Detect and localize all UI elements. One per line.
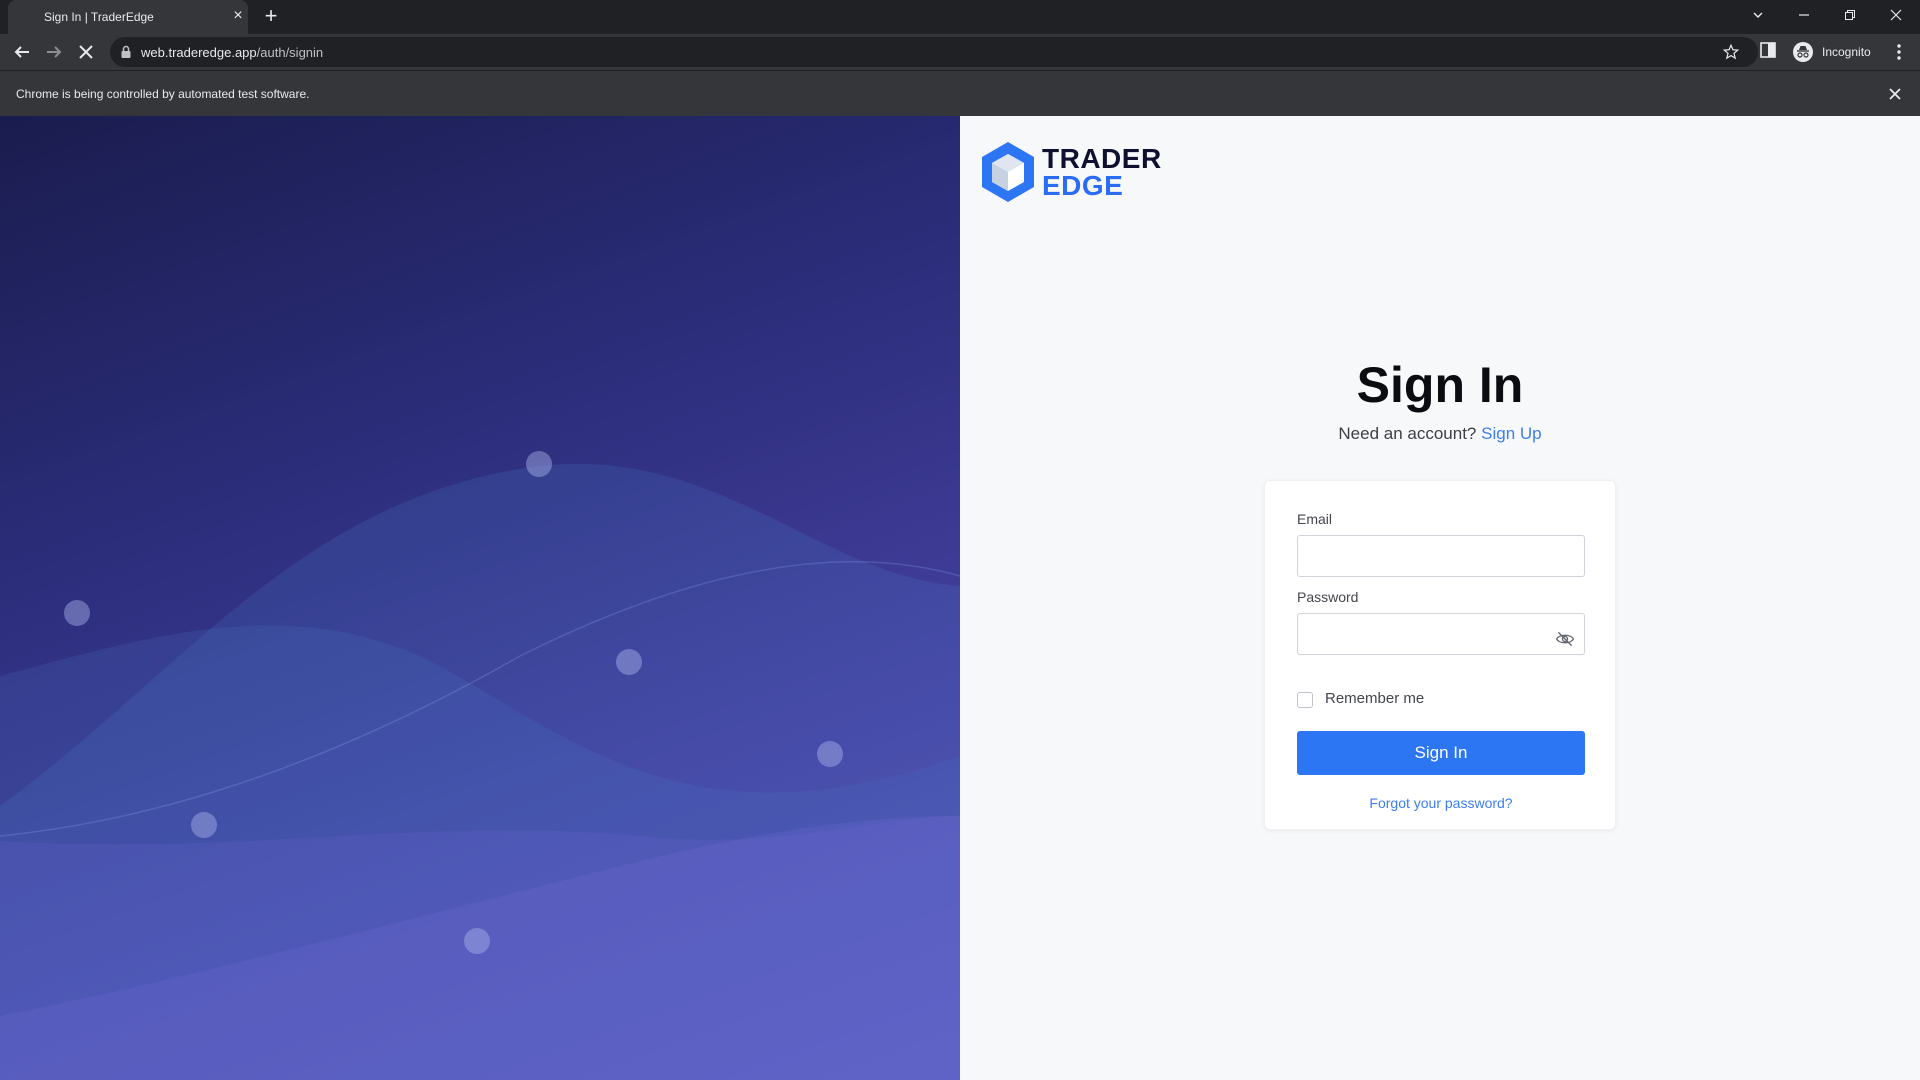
brand-logo[interactable]: TRADER EDGE — [980, 140, 1161, 204]
incognito-icon — [1793, 42, 1813, 62]
infobar-close-icon[interactable] — [1886, 85, 1904, 103]
automation-infobar: Chrome is being controlled by automated … — [0, 70, 1920, 116]
infobar-text: Chrome is being controlled by automated … — [16, 87, 310, 101]
stop-loading-icon[interactable] — [74, 40, 98, 64]
star-icon[interactable] — [1722, 43, 1740, 61]
password-label: Password — [1297, 589, 1359, 605]
hero-illustration — [0, 116, 960, 1080]
hero-dot — [464, 928, 490, 954]
browser-toolbar: web.traderedge.app/auth/signin Incognito — [0, 34, 1920, 70]
kebab-menu-icon[interactable] — [1890, 42, 1908, 62]
signup-prompt: Need an account? Sign Up — [960, 424, 1920, 444]
lock-icon — [121, 45, 131, 58]
window-close-icon[interactable] — [1882, 5, 1910, 27]
forgot-password-link[interactable]: Forgot your password? — [1265, 795, 1617, 811]
remember-me-label[interactable]: Remember me — [1325, 690, 1424, 707]
auth-panel: TRADER EDGE Sign In Need an account? Sig… — [960, 116, 1920, 1080]
back-arrow-icon[interactable] — [10, 40, 34, 64]
url-host: web.traderedge.app — [141, 45, 257, 60]
incognito-label: Incognito — [1822, 45, 1871, 59]
browser-tab[interactable]: Sign In | TraderEdge × — [8, 0, 248, 34]
page-title: Sign In — [1356, 357, 1524, 413]
page: TRADER EDGE Sign In Need an account? Sig… — [0, 116, 1920, 1080]
hero-dot — [191, 812, 217, 838]
hero-dot — [526, 451, 552, 477]
eye-off-icon[interactable] — [1555, 629, 1575, 649]
browser-titlebar: Sign In | TraderEdge × + — [0, 0, 1920, 34]
email-label: Email — [1297, 511, 1333, 527]
url-text: web.traderedge.app/auth/signin — [141, 45, 323, 60]
brand-name-line2: EDGE — [1042, 170, 1124, 201]
tab-close-icon[interactable]: × — [230, 8, 246, 24]
new-tab-icon[interactable]: + — [260, 5, 282, 28]
cube-logo-icon — [982, 142, 1034, 202]
incognito-profile-button[interactable]: Incognito — [1788, 39, 1881, 65]
restore-icon[interactable] — [1836, 5, 1864, 27]
tab-title: Sign In | TraderEdge — [44, 10, 154, 24]
hero-dot — [817, 741, 843, 767]
signup-link[interactable]: Sign Up — [1481, 424, 1541, 443]
signin-form-card: Email Password Remember me Sign In Forgo… — [1264, 480, 1616, 830]
url-path: /auth/signin — [256, 45, 324, 60]
password-field[interactable] — [1297, 613, 1585, 655]
tab-search-icon[interactable] — [1744, 5, 1772, 27]
address-bar[interactable]: web.traderedge.app/auth/signin — [110, 37, 1758, 67]
side-panel-icon[interactable] — [1759, 41, 1777, 59]
minimize-icon[interactable] — [1790, 5, 1818, 27]
signup-prompt-text: Need an account? — [1338, 424, 1477, 443]
sign-in-button[interactable]: Sign In — [1297, 731, 1585, 775]
remember-me-checkbox[interactable] — [1297, 692, 1313, 708]
email-field[interactable] — [1297, 535, 1585, 577]
forward-arrow-icon[interactable] — [42, 40, 66, 64]
hero-dot — [616, 649, 642, 675]
wave-background — [0, 451, 960, 1080]
hero-dot — [64, 600, 90, 626]
